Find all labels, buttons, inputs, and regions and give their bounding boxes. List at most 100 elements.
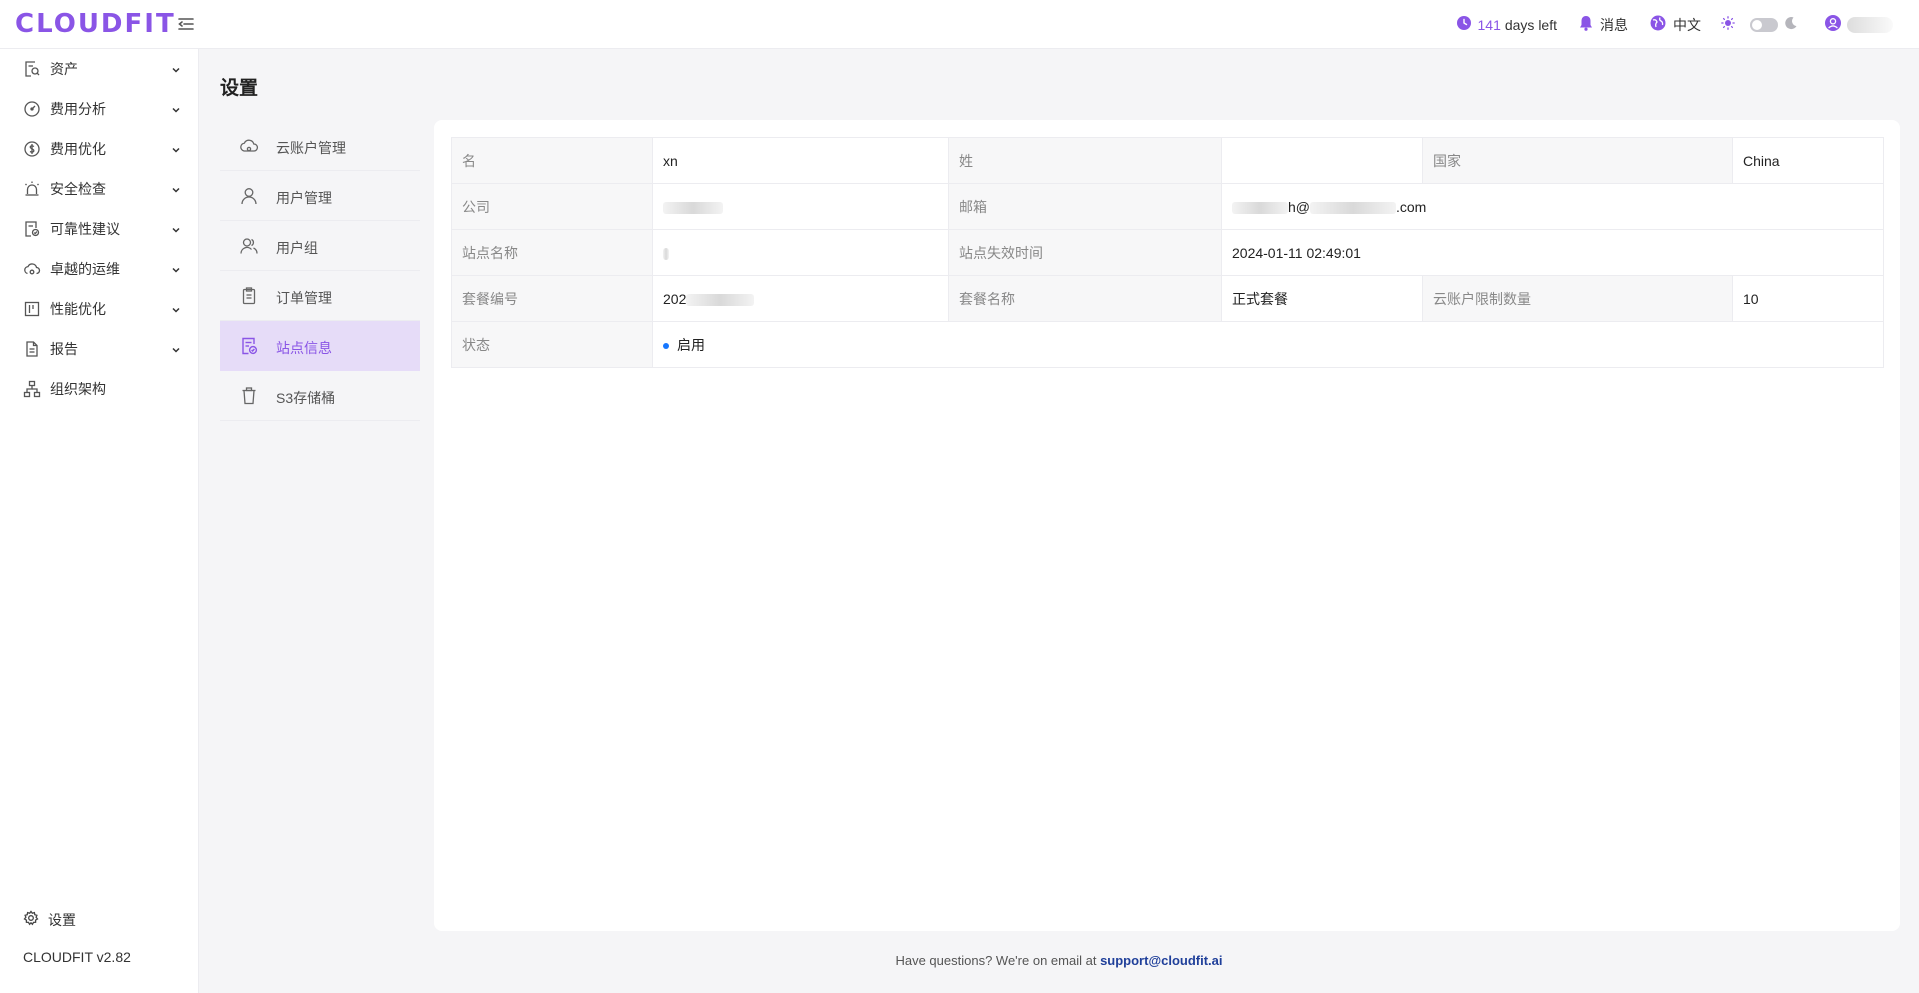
first-name-value: xn bbox=[652, 137, 949, 184]
plan-number-label: 套餐编号 bbox=[451, 275, 653, 322]
subscription-days[interactable]: 141 days left bbox=[1456, 16, 1557, 33]
chevron-down-icon bbox=[170, 303, 182, 315]
email-prefix: h@ bbox=[1288, 198, 1310, 215]
tab-label: S3存储桶 bbox=[276, 390, 336, 406]
sidebar-item-label: 费用优化 bbox=[50, 141, 106, 157]
clipboard-icon bbox=[239, 286, 259, 306]
messages-button[interactable]: 消息 bbox=[1579, 15, 1628, 35]
report-icon bbox=[23, 340, 41, 358]
theme-switcher bbox=[1721, 16, 1805, 33]
bucket-icon bbox=[239, 386, 259, 406]
country-value: China bbox=[1732, 137, 1884, 184]
users-icon bbox=[239, 236, 259, 256]
theme-toggle[interactable] bbox=[1750, 17, 1778, 32]
tab-label: 用户管理 bbox=[276, 190, 332, 206]
footer: Have questions? We're on email at suppor… bbox=[199, 953, 1919, 968]
tab-user-management[interactable]: 用户管理 bbox=[220, 171, 420, 221]
support-email-link[interactable]: support@cloudfit.ai bbox=[1100, 953, 1222, 968]
status-text: 启用 bbox=[677, 336, 705, 353]
sidebar-item-security-check[interactable]: 安全检查 bbox=[0, 169, 199, 209]
asset-search-icon bbox=[23, 60, 41, 78]
tab-order-management[interactable]: 订单管理 bbox=[220, 271, 420, 321]
dollar-circle-icon bbox=[23, 140, 41, 158]
chevron-down-icon bbox=[170, 103, 182, 115]
site-info-table: 名 xn 姓 国家 China 公司 邮箱 h@ .com 站点名称 站点失效时间… bbox=[451, 137, 1884, 368]
plan-number-value: 202 bbox=[652, 275, 949, 322]
cloud-icon bbox=[239, 136, 259, 156]
tab-cloud-accounts[interactable]: 云账户管理 bbox=[220, 121, 420, 171]
email-label: 邮箱 bbox=[948, 183, 1222, 230]
tab-s3-buckets[interactable]: S3存储桶 bbox=[220, 371, 420, 421]
sidebar: 资产 费用分析 费用优化 安全检查 可靠性建议 卓越的运维 性能优化 报告 组织 bbox=[0, 49, 199, 993]
sidebar-item-operational-excellence[interactable]: 卓越的运维 bbox=[0, 249, 199, 289]
site-expiry-value: 2024-01-11 02:49:01 bbox=[1221, 229, 1884, 276]
table-row: 状态 启用 bbox=[451, 321, 1884, 368]
gear-icon bbox=[23, 910, 39, 926]
sidebar-item-assets[interactable]: 资产 bbox=[0, 49, 199, 89]
sidebar-item-cost-analysis[interactable]: 费用分析 bbox=[0, 89, 199, 129]
cloud-sync-icon bbox=[23, 260, 41, 278]
app-version: CLOUDFIT v2.82 bbox=[23, 949, 131, 965]
status-dot-icon bbox=[663, 342, 669, 349]
last-name-label: 姓 bbox=[948, 137, 1222, 184]
email-user-redacted bbox=[1232, 201, 1288, 214]
sidebar-item-label: 性能优化 bbox=[50, 301, 106, 317]
sidebar-item-reports[interactable]: 报告 bbox=[0, 329, 199, 369]
account-limit-value: 10 bbox=[1732, 275, 1884, 322]
org-chart-icon bbox=[23, 380, 41, 398]
company-label: 公司 bbox=[451, 183, 653, 230]
tab-site-info[interactable]: 站点信息 bbox=[220, 321, 420, 371]
footer-text: Have questions? We're on email at bbox=[895, 953, 1097, 968]
tab-label: 站点信息 bbox=[276, 340, 332, 356]
sidebar-item-settings[interactable]: 设置 bbox=[0, 899, 199, 939]
table-row: 套餐编号 202 套餐名称 正式套餐 云账户限制数量 10 bbox=[451, 275, 1884, 322]
email-suffix: .com bbox=[1396, 198, 1427, 215]
user-menu[interactable] bbox=[1825, 15, 1893, 34]
days-left-number: 141 bbox=[1477, 16, 1501, 33]
site-info-icon bbox=[239, 336, 259, 356]
tab-user-groups[interactable]: 用户组 bbox=[220, 221, 420, 271]
board-icon bbox=[23, 300, 41, 318]
sidebar-item-label: 组织架构 bbox=[50, 381, 106, 397]
header-actions: 141 days left 消息 中文 bbox=[1456, 0, 1893, 49]
sidebar-item-performance[interactable]: 性能优化 bbox=[0, 289, 199, 329]
sidebar-item-reliability[interactable]: 可靠性建议 bbox=[0, 209, 199, 249]
first-name-label: 名 bbox=[451, 137, 653, 184]
language-label: 中文 bbox=[1673, 16, 1701, 33]
site-info-card: 名 xn 姓 国家 China 公司 邮箱 h@ .com 站点名称 站点失效时间… bbox=[434, 120, 1900, 931]
doc-check-icon bbox=[23, 220, 41, 238]
table-row: 名 xn 姓 国家 China bbox=[451, 137, 1884, 184]
bell-icon bbox=[1579, 15, 1600, 34]
plan-number-redacted bbox=[686, 293, 755, 306]
logo[interactable]: CLOUDFIT bbox=[15, 9, 176, 39]
messages-label: 消息 bbox=[1600, 16, 1628, 33]
days-left-text: days left bbox=[1504, 16, 1557, 33]
settings-label: 设置 bbox=[48, 912, 76, 928]
site-name-redacted bbox=[663, 247, 669, 260]
moon-icon bbox=[1784, 16, 1805, 33]
sidebar-item-label: 可靠性建议 bbox=[50, 221, 120, 237]
chevron-down-icon bbox=[170, 223, 182, 235]
sidebar-item-label: 费用分析 bbox=[50, 101, 106, 117]
globe-icon bbox=[1650, 15, 1673, 34]
sidebar-item-organization[interactable]: 组织架构 bbox=[0, 369, 199, 409]
page-title: 设置 bbox=[220, 78, 259, 99]
plan-name-label: 套餐名称 bbox=[948, 275, 1222, 322]
user-icon bbox=[239, 186, 259, 206]
sidebar-item-label: 安全检查 bbox=[50, 181, 106, 197]
sidebar-item-cost-optimization[interactable]: 费用优化 bbox=[0, 129, 199, 169]
language-switcher[interactable]: 中文 bbox=[1650, 15, 1701, 35]
last-name-value bbox=[1221, 137, 1423, 184]
chevron-down-icon bbox=[170, 263, 182, 275]
gauge-icon bbox=[23, 100, 41, 118]
table-row: 公司 邮箱 h@ .com bbox=[451, 183, 1884, 230]
site-expiry-label: 站点失效时间 bbox=[948, 229, 1222, 276]
clock-icon bbox=[1456, 16, 1478, 33]
status-label: 状态 bbox=[451, 321, 653, 368]
site-name-label: 站点名称 bbox=[451, 229, 653, 276]
chevron-down-icon bbox=[170, 343, 182, 355]
sun-icon bbox=[1721, 16, 1742, 33]
menu-collapse-icon[interactable] bbox=[176, 14, 196, 34]
company-value bbox=[652, 183, 949, 230]
status-value: 启用 bbox=[652, 321, 1884, 368]
